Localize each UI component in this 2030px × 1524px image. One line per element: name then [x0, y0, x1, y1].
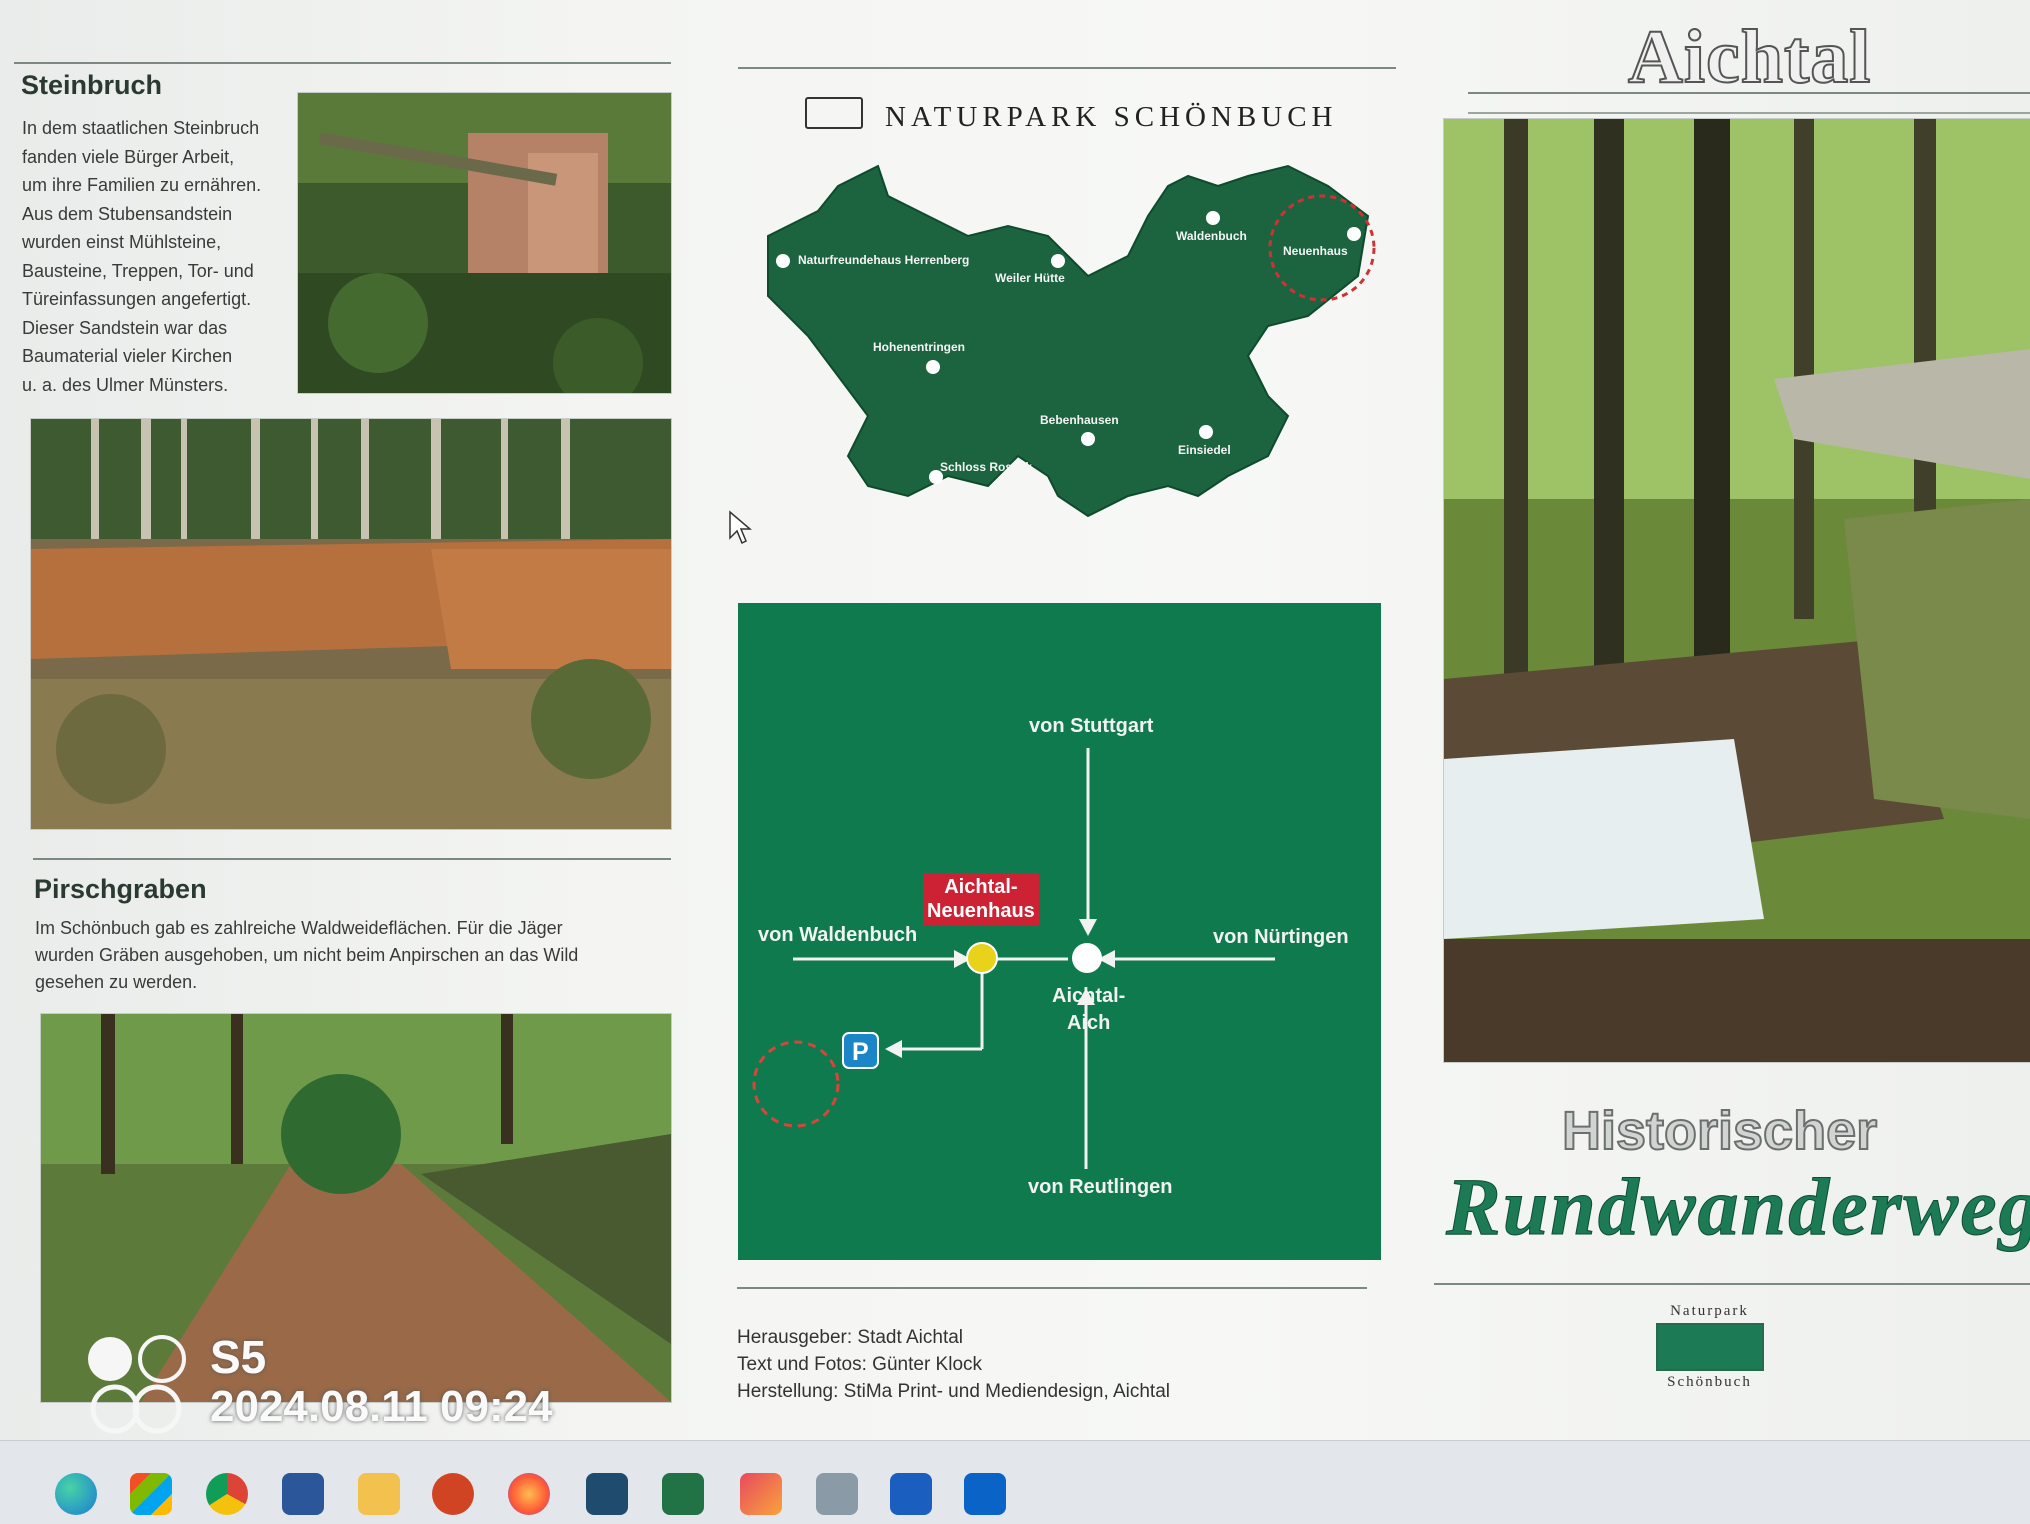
- credit-line: Herstellung: StiMa Print- und Mediendesi…: [737, 1381, 1171, 1402]
- label-from-reutlingen: von Reutlingen: [1028, 1176, 1173, 1198]
- camera-brand-logo-icon: [88, 1335, 186, 1434]
- text-line: wurden einst Mühlsteine,: [22, 232, 222, 252]
- text-line: Im Schönbuch gab es zahlreiche Waldweide…: [35, 918, 563, 938]
- pirschgraben-text: Im Schönbuch gab es zahlreiche Waldweide…: [35, 915, 675, 996]
- text-line: Baumaterial vieler Kirchen: [22, 346, 233, 366]
- map-dot: [776, 254, 790, 268]
- text-line: Dieser Sandstein war das: [22, 317, 228, 338]
- quarry-photo-small: [297, 92, 672, 394]
- explorer-icon[interactable]: [358, 1473, 400, 1515]
- text-line: Aus dem Stubensandstein: [22, 203, 233, 224]
- naturpark-badge-icon: [1655, 1323, 1764, 1371]
- text-line: um ihre Familien zu ernähren.: [22, 175, 262, 195]
- camera-mode-label: S5: [210, 1331, 267, 1383]
- label-aichtal-neuenhaus: Aichtal- Neuenhaus: [923, 873, 1039, 925]
- steinbruch-text: In dem staatlichen Steinbruch fanden vie…: [22, 114, 294, 399]
- chrome-icon[interactable]: [206, 1473, 248, 1515]
- parking-highlight-circle: [752, 1040, 840, 1128]
- label-from-stuttgart: von Stuttgart: [1029, 715, 1154, 737]
- photos-icon[interactable]: [816, 1473, 858, 1515]
- map-dot: [1051, 254, 1065, 268]
- text-line: u. a. des Ulmer Münsters.: [22, 374, 229, 395]
- middle-top-rule: [738, 67, 1396, 69]
- map-dot: [1081, 432, 1095, 446]
- label-line: Aich: [1067, 1012, 1111, 1034]
- route-map: P von Stuttgart von Waldenbuch von Nürti…: [738, 603, 1381, 1260]
- excel-icon[interactable]: [662, 1473, 704, 1515]
- badge-top-text: Naturpark: [1670, 1303, 1749, 1319]
- naturpark-logo-icon: [805, 97, 863, 129]
- label-from-waldenbuch: von Waldenbuch: [758, 924, 918, 946]
- photo-timestamp: 2024.08.11 09:24: [210, 1382, 553, 1431]
- middle-bottom-rule: [737, 1287, 1367, 1289]
- quarry-photo-large: [30, 418, 672, 830]
- text-line: fanden viele Bürger Arbeit,: [22, 146, 235, 167]
- naturpark-title: NATURPARK SCHÖNBUCH: [885, 101, 1338, 133]
- map-label: Einsiedel: [1178, 443, 1231, 457]
- steinbruch-heading: Steinbruch: [21, 70, 163, 100]
- town-title: Aichtal: [1627, 14, 1872, 100]
- map-dot: [1199, 425, 1213, 439]
- left-top-rule: [14, 62, 671, 64]
- badge-bottom-text: Schönbuch: [1667, 1374, 1752, 1390]
- label-aichtal-aich: Aichtal- Aich: [1052, 983, 1125, 1037]
- map-label: Hohenentringen: [873, 340, 965, 354]
- map-label: Weiler Hütte: [995, 271, 1065, 285]
- text-line: Bausteine, Treppen, Tor- und: [22, 260, 254, 281]
- credits: Herausgeber: Stadt Aichtal Text und Foto…: [737, 1324, 1170, 1405]
- subtitle-historischer: Historischer: [1561, 1100, 1878, 1162]
- text-line: gesehen zu werden.: [35, 972, 198, 992]
- word-icon[interactable]: [282, 1473, 324, 1515]
- right-top-rule-2: [1468, 112, 2030, 114]
- edge-icon[interactable]: [55, 1473, 97, 1515]
- map-shape: [767, 164, 1370, 518]
- parking-sign-label: P: [852, 1038, 869, 1066]
- map-dot: [1206, 211, 1220, 225]
- map-label: Bebenhausen: [1040, 413, 1119, 427]
- scanner-icon[interactable]: [890, 1473, 932, 1515]
- left-mid-rule: [33, 858, 671, 860]
- subtitle-rundwanderweg: Rundwanderweg: [1446, 1161, 2030, 1253]
- text-line: In dem staatlichen Steinbruch: [22, 118, 260, 138]
- label-from-nuertingen: von Nürtingen: [1213, 926, 1349, 948]
- map-label: Schloss Roseck: [940, 460, 1032, 474]
- firefox-icon[interactable]: [508, 1473, 550, 1515]
- aich-junction: [1072, 943, 1102, 973]
- brochure-page: Steinbruch In dem staatlichen Steinbruch…: [0, 0, 2030, 1440]
- forest-stream-photo: [1443, 118, 2030, 1063]
- map-label: Neuenhaus: [1283, 244, 1348, 258]
- credit-line: Herausgeber: Stadt Aichtal: [737, 1327, 964, 1348]
- neuenhaus-junction: [966, 942, 998, 974]
- text-line: wurden Gräben ausgehoben, um nicht beim …: [35, 945, 579, 965]
- naturpark-map: Naturfreundehaus Herrenberg Weiler Hütte…: [767, 164, 1376, 518]
- outlook-icon[interactable]: [964, 1473, 1006, 1515]
- map-dot: [926, 360, 940, 374]
- map-dot: [1347, 227, 1361, 241]
- right-top-rule: [1468, 92, 2030, 94]
- store-icon[interactable]: [130, 1473, 172, 1515]
- credit-line: Text und Fotos: Günter Klock: [737, 1354, 983, 1375]
- map-label: Waldenbuch: [1176, 229, 1247, 243]
- label-line: Aichtal-: [944, 876, 1018, 898]
- label-line: Aichtal-: [1052, 985, 1126, 1007]
- pirschgraben-heading: Pirschgraben: [34, 874, 207, 904]
- text-line: Türeinfassungen angefertigt.: [22, 289, 252, 309]
- label-line: Neuenhaus: [927, 900, 1035, 922]
- mouse-cursor-icon: [729, 510, 752, 545]
- naturpark-badge: Naturpark Schönbuch: [1652, 1303, 1767, 1391]
- right-bottom-rule: [1434, 1283, 2030, 1285]
- map-label: Naturfreundehaus Herrenberg: [798, 253, 969, 267]
- snipping-icon[interactable]: [740, 1473, 782, 1515]
- powerpoint-icon[interactable]: [432, 1473, 474, 1515]
- settings-icon[interactable]: [586, 1473, 628, 1515]
